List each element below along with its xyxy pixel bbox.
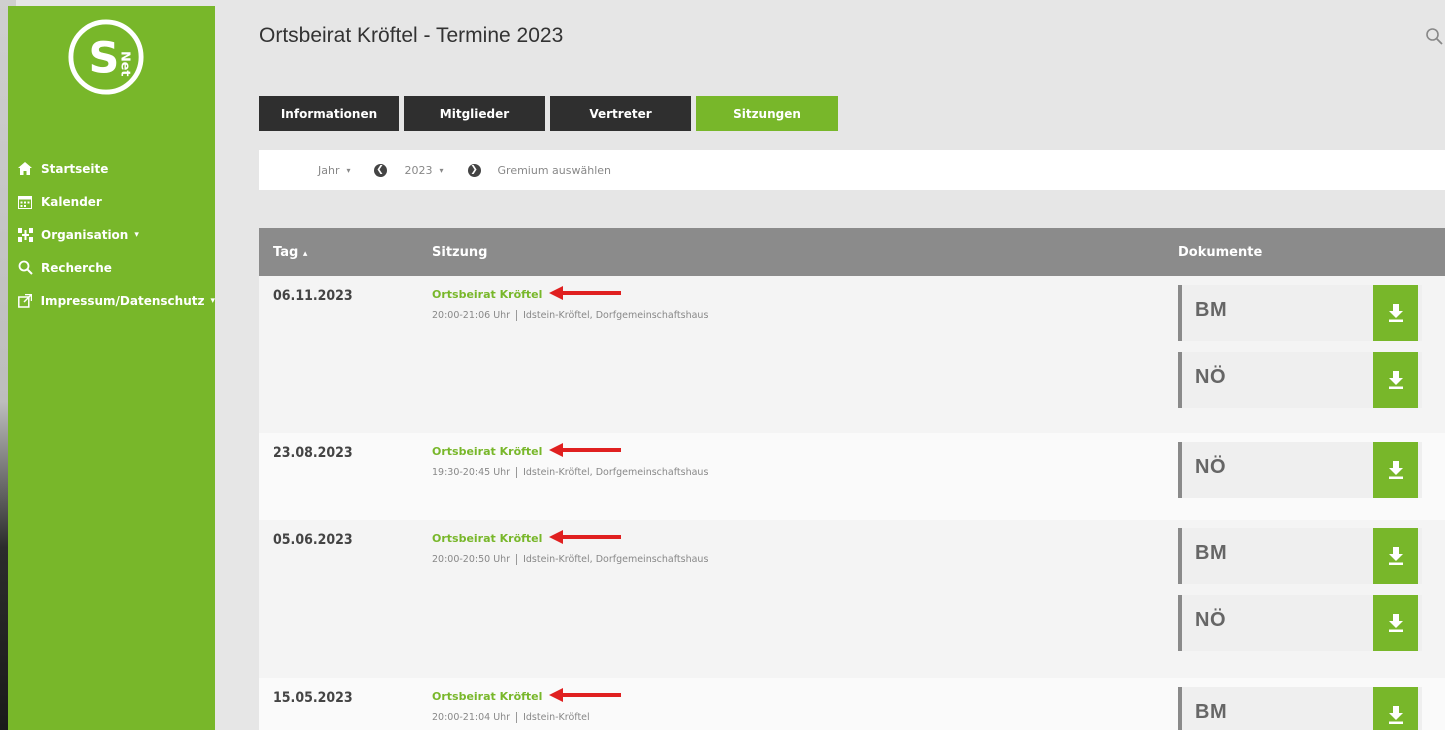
sidebar-item-label: Recherche xyxy=(41,260,112,275)
annotation-arrow-icon xyxy=(549,286,621,300)
download-icon xyxy=(1388,304,1403,322)
tab-mitglieder[interactable]: Mitglieder xyxy=(404,96,545,131)
calendar-icon xyxy=(16,194,34,210)
search-icon xyxy=(16,260,34,276)
session-meta: 20:00-21:04 Uhr Idstein-Kröftel xyxy=(432,712,590,723)
page-title: Ortsbeirat Kröftel - Termine 2023 xyxy=(259,24,564,47)
document-bm: BM xyxy=(1178,285,1422,341)
document-label: BM xyxy=(1195,701,1228,723)
document-label: NÖ xyxy=(1195,366,1226,388)
sidebar-item-recherche[interactable]: Recherche xyxy=(8,251,215,284)
main-content: Ortsbeirat Kröftel - Termine 2023 Inform… xyxy=(215,0,1445,730)
tab-sitzungen[interactable]: Sitzungen xyxy=(696,96,838,131)
document-label: NÖ xyxy=(1195,609,1226,631)
sessions-table: Tag ▴ Sitzung Dokumente 06.11.2023 Ortsb… xyxy=(259,228,1445,730)
document-label: BM xyxy=(1195,299,1228,321)
session-title-link[interactable]: Ortsbeirat Kröftel xyxy=(432,532,542,545)
table-header: Tag ▴ Sitzung Dokumente xyxy=(259,228,1445,276)
sidebar-item-startseite[interactable]: Startseite xyxy=(8,152,215,185)
session-title-link[interactable]: Ortsbeirat Kröftel xyxy=(432,690,542,703)
download-button[interactable] xyxy=(1373,528,1418,584)
session-date: 23.08.2023 xyxy=(273,445,353,461)
home-icon xyxy=(16,161,34,177)
document-label: BM xyxy=(1195,542,1228,564)
annotation-arrow-icon xyxy=(549,688,621,702)
col-docs-header: Dokumente xyxy=(1178,245,1263,260)
document-noe: NÖ xyxy=(1178,442,1422,498)
svg-text:S: S xyxy=(88,34,119,84)
gremium-select[interactable]: Gremium auswählen xyxy=(498,164,611,177)
download-icon xyxy=(1388,461,1403,479)
sort-up-icon: ▴ xyxy=(302,249,308,259)
sidebar-item-label: Kalender xyxy=(41,194,102,209)
period-label: Jahr xyxy=(318,163,340,177)
tab-vertreter[interactable]: Vertreter xyxy=(550,96,691,131)
session-date: 15.05.2023 xyxy=(273,690,353,706)
annotation-arrow-icon xyxy=(549,443,621,457)
session-meta: 20:00-20:50 Uhr Idstein-Kröftel, Dorfgeme… xyxy=(432,554,709,565)
year-select[interactable]: 2023 ▾ xyxy=(405,164,444,177)
document-noe: NÖ xyxy=(1178,595,1422,651)
chevron-down-icon: ▾ xyxy=(346,165,351,175)
sidebar-nav: Startseite Kalender Organisation ▾ Reche… xyxy=(8,152,215,317)
table-row: 15.05.2023 Ortsbeirat Kröftel 20:00-21:0… xyxy=(259,678,1445,730)
col-day-header[interactable]: Tag ▴ xyxy=(273,245,307,260)
download-button[interactable] xyxy=(1373,687,1418,730)
document-bm: BM xyxy=(1178,528,1422,584)
session-title-link[interactable]: Ortsbeirat Kröftel xyxy=(432,288,542,301)
session-title-link[interactable]: Ortsbeirat Kröftel xyxy=(432,445,542,458)
sidebar-item-impressum[interactable]: Impressum/Datenschutz ▾ xyxy=(8,284,215,317)
download-icon xyxy=(1388,614,1403,632)
document-bm: BM xyxy=(1178,687,1422,730)
sidebar-item-kalender[interactable]: Kalender xyxy=(8,185,215,218)
table-row: 06.11.2023 Ortsbeirat Kröftel 20:00-21:0… xyxy=(259,276,1445,433)
document-label: NÖ xyxy=(1195,456,1226,478)
document-noe: NÖ xyxy=(1178,352,1422,408)
download-icon xyxy=(1388,706,1403,724)
org-chart-icon xyxy=(16,227,34,243)
snet-logo[interactable]: S Net xyxy=(67,18,145,96)
download-icon xyxy=(1388,371,1403,389)
sidebar-item-organisation[interactable]: Organisation ▾ xyxy=(8,218,215,251)
session-date: 05.06.2023 xyxy=(273,532,353,548)
chevron-down-icon: ▾ xyxy=(134,229,139,240)
chevron-down-icon: ▾ xyxy=(439,165,444,175)
download-button[interactable] xyxy=(1373,285,1418,341)
sidebar: S Net Startseite Kalender Organisation ▾ xyxy=(8,6,215,730)
download-button[interactable] xyxy=(1373,442,1418,498)
download-button[interactable] xyxy=(1373,352,1418,408)
table-row: 23.08.2023 Ortsbeirat Kröftel 19:30-20:4… xyxy=(259,433,1445,520)
sidebar-item-label: Impressum/Datenschutz xyxy=(40,293,205,308)
download-icon xyxy=(1388,547,1403,565)
sidebar-item-label: Startseite xyxy=(41,161,109,176)
table-row: 05.06.2023 Ortsbeirat Kröftel 20:00-20:5… xyxy=(259,520,1445,678)
col-session-header: Sitzung xyxy=(432,245,488,260)
download-button[interactable] xyxy=(1373,595,1418,651)
logo-net-text: Net xyxy=(119,51,134,76)
sidebar-item-label: Organisation xyxy=(41,227,129,242)
search-icon[interactable] xyxy=(1425,27,1443,45)
next-year-icon[interactable]: ❯ xyxy=(467,163,481,177)
annotation-arrow-icon xyxy=(549,530,621,544)
filter-bar: Jahr ▾ ❮ 2023 ▾ ❯ Gremium auswählen xyxy=(259,150,1445,190)
session-date: 06.11.2023 xyxy=(273,288,353,304)
tab-informationen[interactable]: Informationen xyxy=(259,96,399,131)
tab-bar: Informationen Mitglieder Vertreter Sitzu… xyxy=(259,96,843,131)
session-meta: 20:00-21:06 Uhr Idstein-Kröftel, Dorfgeme… xyxy=(432,310,709,321)
period-select[interactable]: Jahr ▾ xyxy=(318,164,351,177)
year-value: 2023 xyxy=(404,163,433,177)
prev-year-icon[interactable]: ❮ xyxy=(373,163,387,177)
session-meta: 19:30-20:45 Uhr Idstein-Kröftel, Dorfgeme… xyxy=(432,467,709,478)
external-link-icon xyxy=(16,293,34,309)
